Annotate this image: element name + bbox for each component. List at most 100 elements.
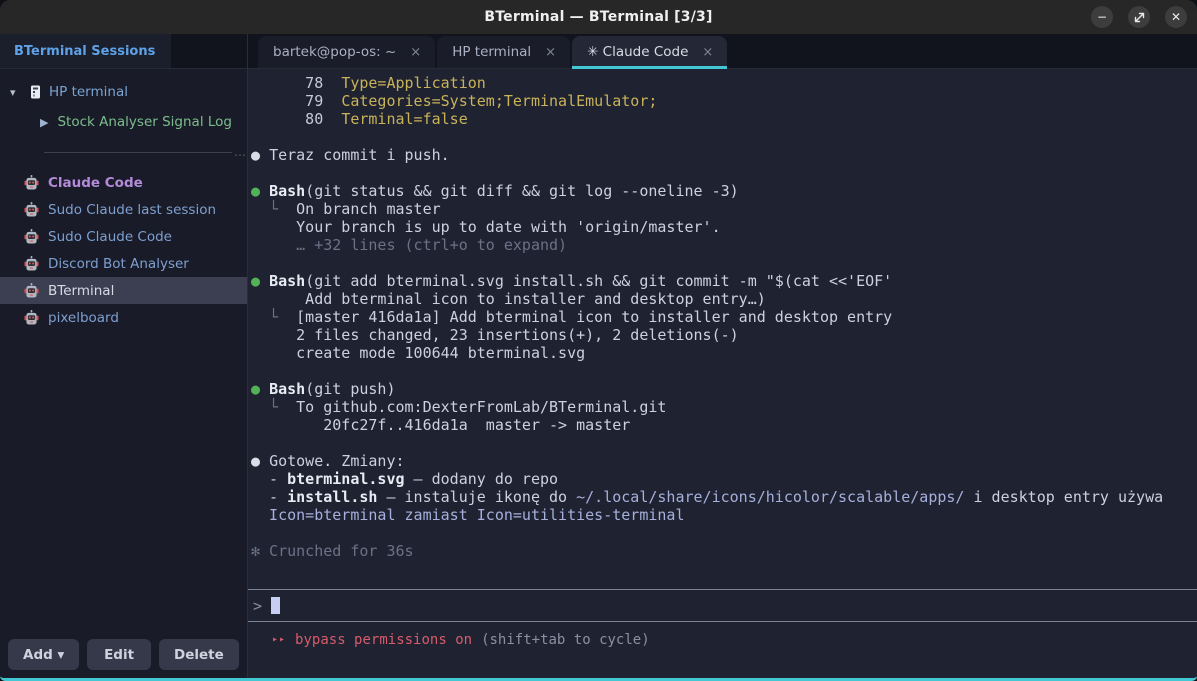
terminal-line: ● Gotowe. Zmiany: <box>251 452 1197 470</box>
terminal-line: create mode 100644 bterminal.svg <box>251 344 1197 362</box>
terminal-line: └ On branch master <box>251 200 1197 218</box>
session-item[interactable]: pixelboard <box>0 304 247 331</box>
session-label: Sudo Claude last session <box>48 202 216 218</box>
session-tree: ▾ HP terminal ▶ Stock Analyser Signal Lo… <box>0 69 247 169</box>
tab-bar: bartek@pop-os: ~ × HP terminal × ✳ Claud… <box>248 34 1197 69</box>
terminal-line: └ To github.com:DexterFromLab/BTerminal.… <box>251 398 1197 416</box>
tab-bartek-pop-os[interactable]: bartek@pop-os: ~ × <box>258 36 435 68</box>
maximize-button[interactable] <box>1128 6 1150 28</box>
add-button[interactable]: Add ▾ <box>8 639 79 670</box>
terminal-line: └ [master 416da1a] Add bterminal icon to… <box>251 308 1197 326</box>
terminal-line <box>251 362 1197 380</box>
terminal-line: 78 Type=Application <box>251 74 1197 92</box>
divider <box>44 152 232 153</box>
terminal-line <box>251 254 1197 272</box>
robot-icon <box>24 256 39 271</box>
robot-icon <box>24 175 39 190</box>
tree-item-stock-analyser-signal-log[interactable]: ▶ Stock Analyser Signal Log <box>0 107 247 137</box>
terminal-spacer <box>248 560 1197 589</box>
sidebar-spacer <box>0 331 247 631</box>
sidebar-buttons: Add ▾ Edit Delete <box>0 631 247 678</box>
session-label: Claude Code <box>48 175 143 191</box>
terminal-line: Icon=bterminal zamiast Icon=utilities-te… <box>251 506 1197 524</box>
session-item[interactable]: BTerminal <box>0 277 247 304</box>
bypass-arrows-icon: ▸▸ <box>272 634 286 645</box>
chevron-down-icon[interactable]: ▾ <box>10 86 22 99</box>
tree-item-hp-terminal[interactable]: ▾ HP terminal <box>0 77 247 107</box>
main-area: bartek@pop-os: ~ × HP terminal × ✳ Claud… <box>248 34 1197 678</box>
prompt-icon: > <box>253 597 262 615</box>
tab-label: ✳ Claude Code <box>587 44 688 60</box>
sidebar-header-row: BTerminal Sessions <box>0 34 247 69</box>
sidebar-header: BTerminal Sessions <box>0 34 171 68</box>
terminal-line <box>251 164 1197 182</box>
terminal-line <box>251 128 1197 146</box>
session-label: Sudo Claude Code <box>48 229 172 245</box>
tab-label: bartek@pop-os: ~ <box>273 44 396 60</box>
terminal-line: Your branch is up to date with 'origin/m… <box>251 218 1197 236</box>
tab-label: HP terminal <box>452 44 531 60</box>
robot-icon <box>24 229 39 244</box>
robot-icon <box>24 283 39 298</box>
terminal-line: - bterminal.svg — dodany do repo <box>251 470 1197 488</box>
tab-hp-terminal[interactable]: HP terminal × <box>437 36 570 68</box>
terminal-line: ● Bash(git add bterminal.svg install.sh … <box>251 272 1197 290</box>
session-item[interactable]: Sudo Claude last session <box>0 196 247 223</box>
delete-button[interactable]: Delete <box>159 639 239 670</box>
tab-close-icon[interactable]: × <box>700 45 715 60</box>
robot-icon <box>24 310 39 325</box>
tree-divider-row: … <box>0 143 247 161</box>
robot-icon <box>24 202 39 217</box>
terminal-line: … +32 lines (ctrl+o to expand) <box>251 236 1197 254</box>
maximize-icon <box>1134 12 1145 23</box>
app-body: BTerminal Sessions ▾ HP terminal ▶ <box>0 34 1197 678</box>
session-label: pixelboard <box>48 310 119 326</box>
edit-button[interactable]: Edit <box>87 639 150 670</box>
terminal-line: 20fc27f..416da1a master -> master <box>251 416 1197 434</box>
terminal-output: 78 Type=Application 79 Categories=System… <box>248 69 1197 560</box>
close-button[interactable]: ✕ <box>1165 6 1187 28</box>
app-window: BTerminal — BTerminal [3/3] − ✕ BTermina… <box>0 0 1197 681</box>
terminal-input[interactable]: > <box>248 589 1197 622</box>
sessions-sidebar: BTerminal Sessions ▾ HP terminal ▶ <box>0 34 248 678</box>
session-list: Claude Code Sudo Claude last session Sud <box>0 169 247 331</box>
terminal-line: 80 Terminal=false <box>251 110 1197 128</box>
tab-close-icon[interactable]: × <box>408 45 423 60</box>
sidebar-title: BTerminal Sessions <box>14 44 155 59</box>
tree-item-label: HP terminal <box>49 84 128 100</box>
button-label: Delete <box>174 647 224 663</box>
button-label: Add ▾ <box>23 647 64 663</box>
more-options-icon[interactable]: … <box>234 149 246 155</box>
minimize-button[interactable]: − <box>1091 6 1113 28</box>
terminal-line: ✻ Crunched for 36s <box>251 542 1197 560</box>
terminal-line: ● Bash(git status && git diff && git log… <box>251 182 1197 200</box>
session-label: BTerminal <box>48 283 114 299</box>
title-bar[interactable]: BTerminal — BTerminal [3/3] − ✕ <box>0 0 1197 34</box>
session-item[interactable]: Sudo Claude Code <box>0 223 247 250</box>
computer-icon <box>30 85 41 100</box>
session-item[interactable]: Discord Bot Analyser <box>0 250 247 277</box>
window-controls: − ✕ <box>1091 0 1187 34</box>
terminal-line: ● Bash(git push) <box>251 380 1197 398</box>
window-title: BTerminal — BTerminal [3/3] <box>484 9 712 25</box>
terminal-bottom-padding <box>248 657 1197 678</box>
terminal-viewport[interactable]: 78 Type=Application 79 Categories=System… <box>248 69 1197 678</box>
terminal-line: Add bterminal icon to installer and desk… <box>251 290 1197 308</box>
session-item[interactable]: Claude Code <box>0 169 247 196</box>
button-label: Edit <box>104 647 134 663</box>
tab-claude-code[interactable]: ✳ Claude Code × <box>572 36 727 68</box>
terminal-line: 2 files changed, 23 insertions(+), 2 del… <box>251 326 1197 344</box>
permission-mode-label: bypass permissions on <box>295 632 472 648</box>
terminal-line <box>251 434 1197 452</box>
tree-item-label: Stock Analyser Signal Log <box>57 114 232 130</box>
terminal-line <box>251 524 1197 542</box>
terminal-line: - install.sh — instaluje ikonę do ~/.loc… <box>251 488 1197 506</box>
mode-cycle-hint: (shift+tab to cycle) <box>481 632 650 648</box>
terminal-status-bar: ▸▸ bypass permissions on (shift+tab to c… <box>248 622 1197 657</box>
play-icon: ▶ <box>40 116 48 129</box>
terminal-line: 79 Categories=System;TerminalEmulator; <box>251 92 1197 110</box>
session-label: Discord Bot Analyser <box>48 256 189 272</box>
terminal-line: ● Teraz commit i push. <box>251 146 1197 164</box>
text-cursor <box>271 597 280 614</box>
tab-close-icon[interactable]: × <box>543 45 558 60</box>
